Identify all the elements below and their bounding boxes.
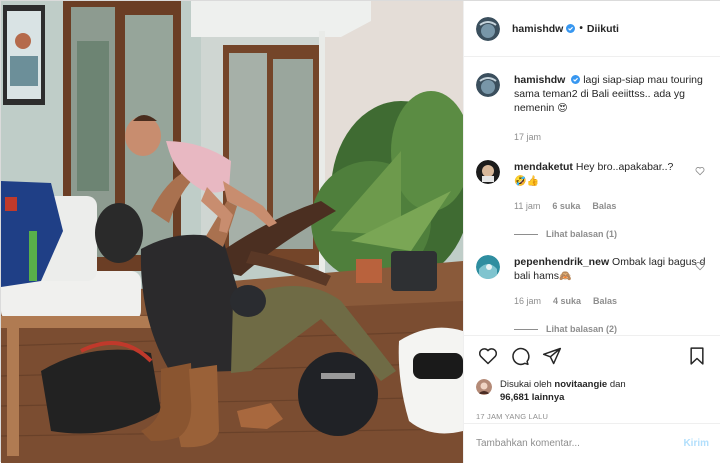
laughing-thumbs-up-emoji-icon: 🤣👍 xyxy=(514,176,539,187)
action-icons-row xyxy=(476,344,709,368)
author-username[interactable]: hamishdw xyxy=(512,23,563,35)
comment-time[interactable]: 16 jam xyxy=(514,294,541,308)
add-comment-bar: Kirim xyxy=(464,423,720,463)
likes-conjunction: dan xyxy=(609,379,626,390)
replies-divider xyxy=(514,328,538,330)
comments-list[interactable]: hamishdw lagi siap-siap mau touring sama… xyxy=(464,57,720,335)
see-no-evil-monkey-emoji-icon: 🙈 xyxy=(558,271,572,282)
caption-username[interactable]: hamishdw xyxy=(514,74,565,86)
bookmark-icon[interactable] xyxy=(685,344,709,368)
comment-username[interactable]: pepenhendrik_new xyxy=(514,256,609,268)
view-replies-button[interactable]: Lihat balasan (1) xyxy=(514,227,709,241)
post-details-panel: hamishdw • Diikuti hamishdw lagi siap-si… xyxy=(463,1,720,463)
view-replies-button[interactable]: Lihat balasan (2) xyxy=(514,322,709,335)
liker-username[interactable]: novitaangie xyxy=(554,379,607,390)
liker-avatar[interactable] xyxy=(476,379,492,395)
author-avatar[interactable] xyxy=(476,16,500,41)
reply-button[interactable]: Balas xyxy=(593,294,617,308)
caption: hamishdw lagi siap-siap mau touring sama… xyxy=(476,73,709,144)
reply-button[interactable]: Balas xyxy=(592,199,616,213)
heart-eyes-emoji-icon: 😍 xyxy=(557,103,568,114)
comment-like-heart-icon[interactable] xyxy=(695,261,705,271)
comment-like-count[interactable]: 6 suka xyxy=(552,199,580,213)
heart-icon[interactable] xyxy=(476,344,500,368)
comment-time[interactable]: 11 jam xyxy=(514,199,540,213)
post-dialog: hamishdw • Diikuti hamishdw lagi siap-si… xyxy=(0,0,720,463)
caption-author-avatar[interactable] xyxy=(476,73,500,97)
verified-badge-icon xyxy=(566,24,576,33)
share-icon[interactable] xyxy=(540,344,564,368)
comment-item: pepenhendrik_new Ombak lagi bagus d bali… xyxy=(476,255,709,335)
comment-input[interactable] xyxy=(476,438,684,449)
post-photo[interactable] xyxy=(1,1,463,463)
follow-status-button[interactable]: Diikuti xyxy=(587,23,619,35)
likes-count[interactable]: 96,681 lainnya xyxy=(500,392,564,403)
comment-item: mendaketut Hey bro..apakabar..? 🤣👍 11 ja… xyxy=(476,160,709,241)
replies-divider xyxy=(514,233,538,235)
post-actions: Disukai oleh novitaangie dan 96,681 lain… xyxy=(464,335,720,421)
commenter-avatar[interactable] xyxy=(476,160,500,184)
header-separator: • xyxy=(579,23,583,34)
comment-like-heart-icon[interactable] xyxy=(695,166,705,176)
comment-icon[interactable] xyxy=(508,344,532,368)
photo-illustration xyxy=(1,1,463,463)
likes-prefix: Disukai oleh xyxy=(500,379,552,390)
post-header: hamishdw • Diikuti xyxy=(464,1,720,57)
view-replies-label: Lihat balasan (1) xyxy=(546,229,618,239)
post-comment-button[interactable]: Kirim xyxy=(683,438,709,449)
view-replies-label: Lihat balasan (2) xyxy=(546,324,618,334)
post-timestamp[interactable]: 17 JAM YANG LALU xyxy=(476,412,709,421)
caption-time[interactable]: 17 jam xyxy=(514,130,541,144)
comment-like-count[interactable]: 4 suka xyxy=(553,294,581,308)
comment-username[interactable]: mendaketut xyxy=(514,161,573,173)
likes-summary: Disukai oleh novitaangie dan 96,681 lain… xyxy=(476,378,709,404)
comment-text: Hey bro..apakabar..? xyxy=(575,161,674,173)
verified-badge-icon xyxy=(571,74,581,84)
commenter-avatar[interactable] xyxy=(476,255,500,279)
